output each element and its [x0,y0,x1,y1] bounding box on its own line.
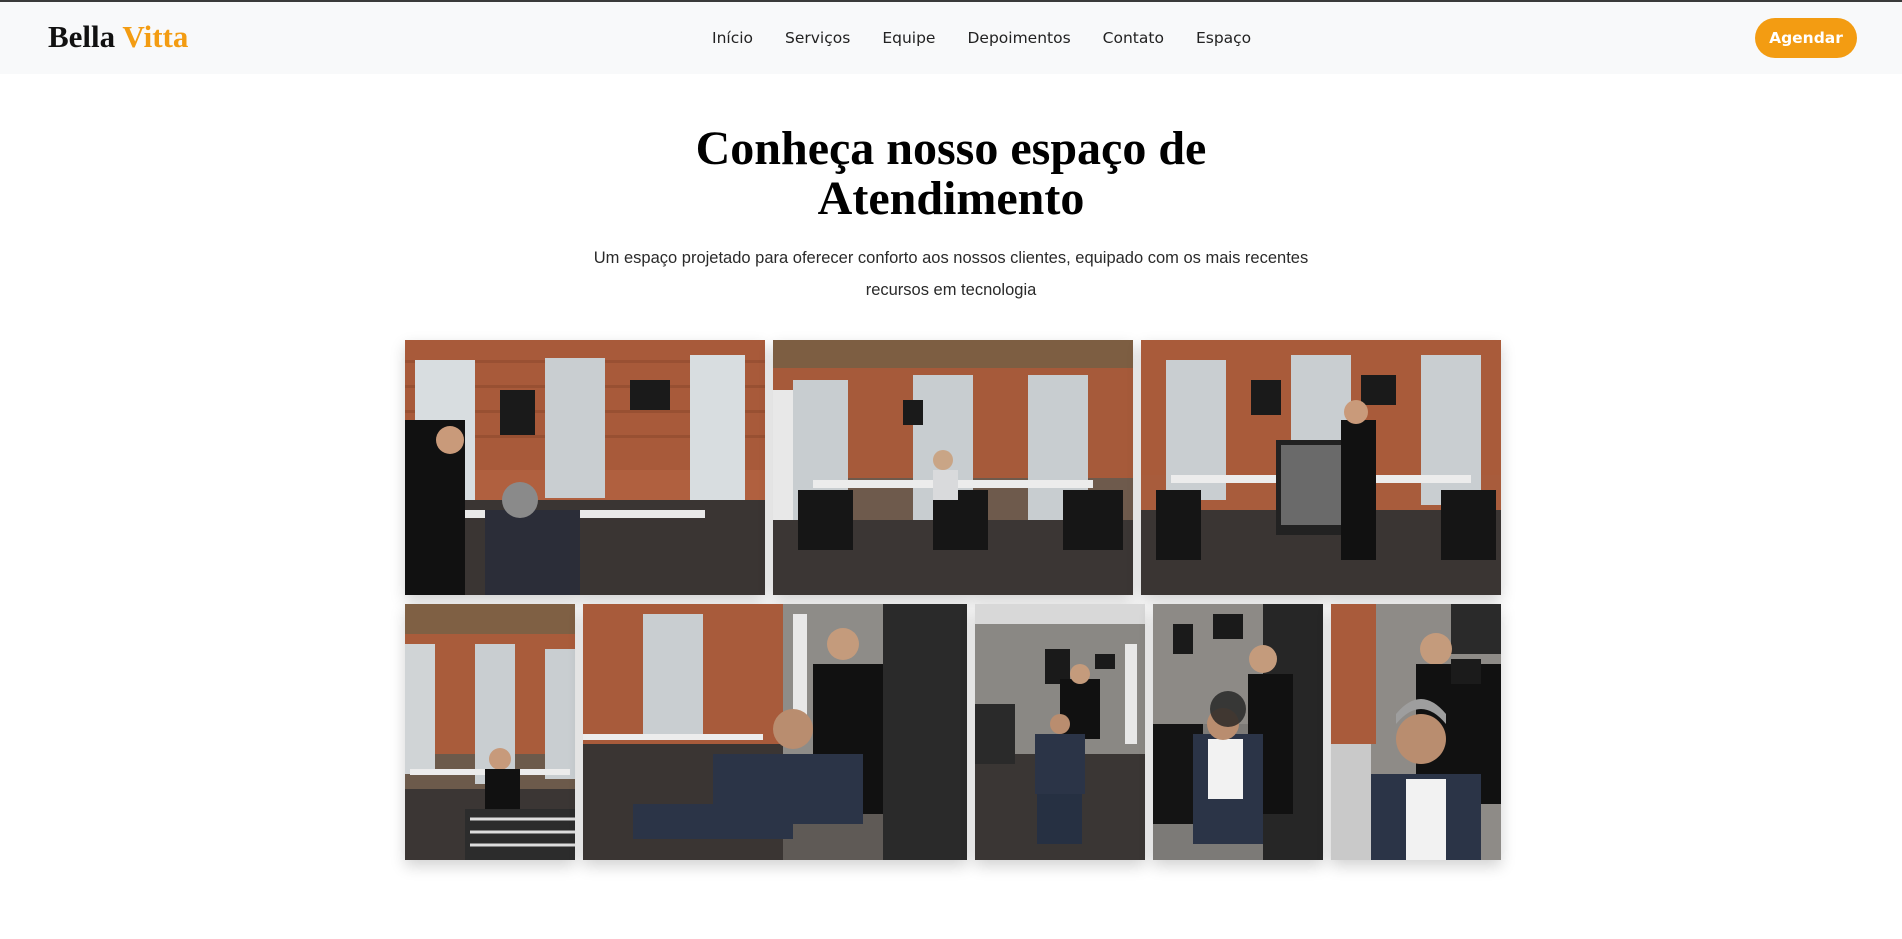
gallery-photo-4[interactable] [405,604,575,860]
gallery-photo-8[interactable] [1331,604,1501,860]
nav-item-equipe[interactable]: Equipe [882,29,935,47]
gallery-photo-2[interactable] [773,340,1133,595]
brand-name-part1: Bella [48,19,116,54]
schedule-button[interactable]: Agendar [1755,18,1857,58]
nav-item-depoimentos[interactable]: Depoimentos [967,29,1070,47]
page-title-line2: Atendimento [817,172,1085,225]
nav-item-espaco[interactable]: Espaço [1196,29,1251,47]
nav-item-contato[interactable]: Contato [1103,29,1164,47]
nav-item-servicos[interactable]: Serviços [785,29,850,47]
brand-name-part2: Vitta [122,19,189,54]
site-header: Bella Vitta Início Serviços Equipe Depoi… [0,2,1902,74]
brand-logo[interactable]: Bella Vitta [48,19,188,55]
gallery-photo-1[interactable] [405,340,765,595]
nav-item-inicio[interactable]: Início [712,29,753,47]
gallery-photo-5[interactable] [583,604,967,860]
page-title-line1: Conheça nosso espaço de [695,122,1207,175]
page-subtitle-line2: recursos em tecnologia [865,281,1037,299]
gallery-photo-3[interactable] [1141,340,1501,595]
page-subtitle: Um espaço projetado para oferecer confor… [591,242,1311,306]
gallery-photo-7[interactable] [1153,604,1323,860]
main-nav: Início Serviços Equipe Depoimentos Conta… [712,2,1283,74]
gallery-photo-6[interactable] [975,604,1145,860]
page-subtitle-line1: Um espaço projetado para oferecer confor… [593,249,1309,267]
page-title: Conheça nosso espaço de Atendimento [551,124,1351,224]
